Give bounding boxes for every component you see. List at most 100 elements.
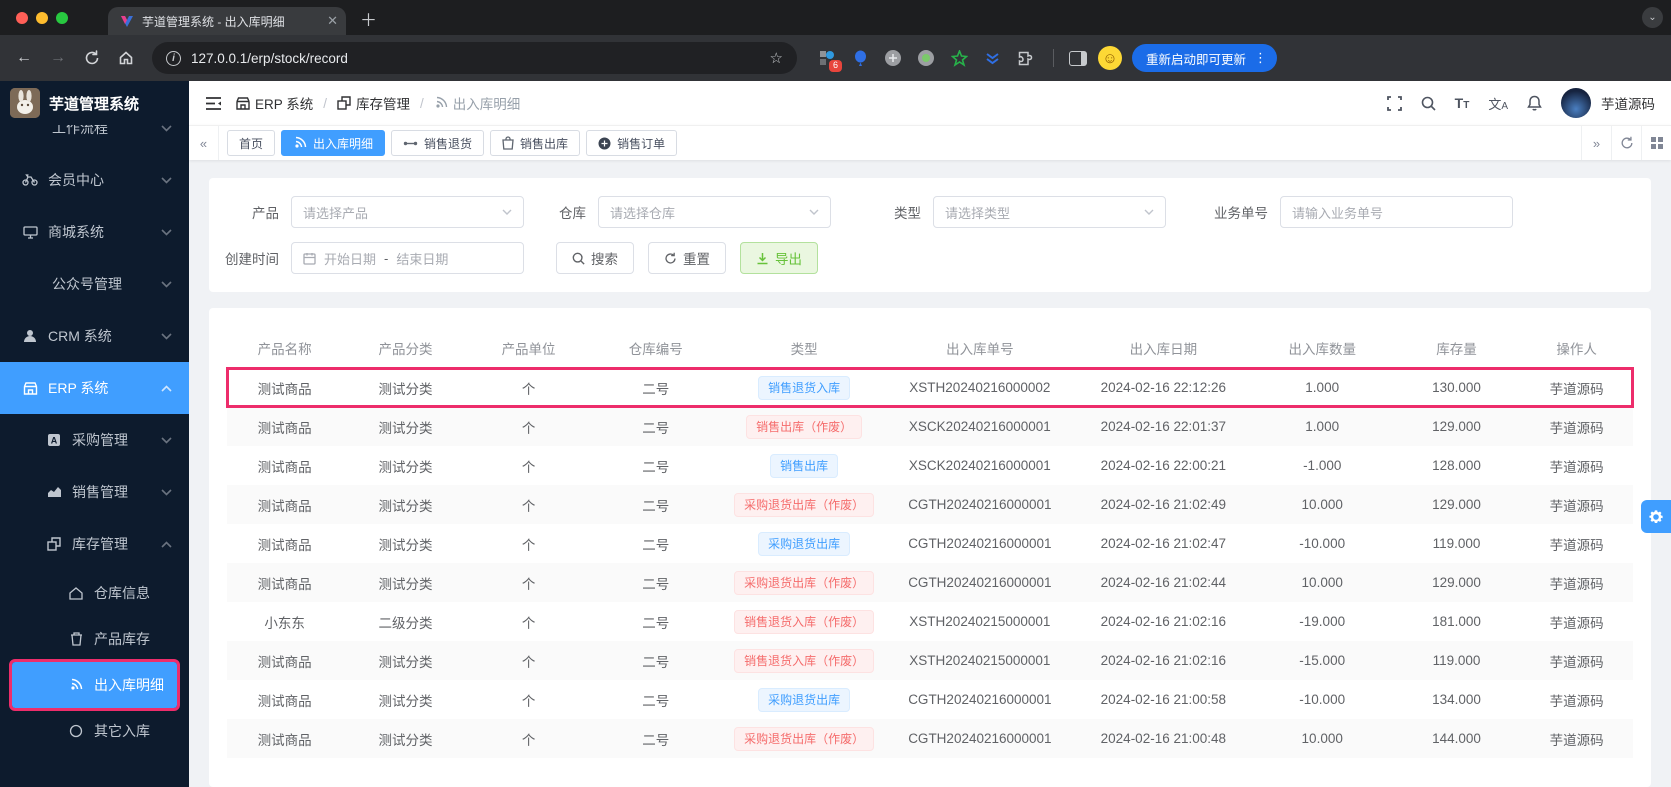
user-name[interactable]: 芋道源码: [1601, 93, 1655, 113]
back-icon[interactable]: ←: [10, 44, 38, 72]
tabs-scroll-left-icon[interactable]: «: [189, 126, 219, 160]
sidebar-item-会员中心[interactable]: 会员中心: [0, 154, 189, 206]
sidebar-item-采购管理[interactable]: A 采购管理: [0, 414, 189, 466]
page-tab-出入库明细[interactable]: 出入库明细: [281, 130, 386, 156]
table-row[interactable]: 测试商品 测试分类 个 二号 采购退货出库 CGTH20240216000001 2024-…: [227, 524, 1633, 563]
settings-gear-button[interactable]: [1641, 500, 1671, 533]
address-bar[interactable]: i 127.0.0.1/erp/stock/record ☆: [152, 42, 797, 74]
table-row[interactable]: 测试商品 测试分类 个 二号 采购退货出库（作废） CGTH20240216000001 2…: [227, 485, 1633, 524]
window-minimize-button[interactable]: [36, 11, 48, 24]
page-tab-销售退货[interactable]: 销售退货: [391, 130, 485, 156]
page-header: ERP 系统 / 库存管理 / 出入库明细 TT 文A 芋道源码: [189, 81, 1671, 125]
cell-order_no: CGTH20240216000001: [908, 536, 1052, 551]
side-panel-icon[interactable]: [1064, 44, 1092, 72]
page-tab-首页[interactable]: 首页: [227, 130, 276, 156]
app-logo-row[interactable]: 芋道管理系统: [0, 81, 189, 125]
warehouse-select[interactable]: 请选择仓库: [598, 196, 831, 228]
sidebar-item-库存管理[interactable]: 库存管理: [0, 518, 189, 570]
sidebar-item-销售管理[interactable]: 销售管理: [0, 466, 189, 518]
sidebar-item-label: 出入库明细: [94, 677, 164, 693]
reload-icon[interactable]: [78, 44, 106, 72]
extensions-area: 6: [809, 48, 1043, 72]
table-row[interactable]: 测试商品 测试分类 个 二号 销售退货入库（作废） XSTH20240215000001 2…: [227, 641, 1633, 680]
content-area: 产品 请选择产品 仓库 请选择仓库 类型 请选择类型 业务单号 请输入业务单号 …: [189, 160, 1671, 787]
date-range-picker[interactable]: 开始日期 - 结束日期: [291, 242, 524, 274]
cell-warehouse: 二号: [642, 615, 670, 631]
breadcrumb-item-erp[interactable]: ERP 系统: [236, 93, 313, 113]
page-tab-销售出库[interactable]: 销售出库: [490, 130, 581, 156]
home-icon[interactable]: [112, 44, 140, 72]
page-tab-label: 出入库明细: [313, 136, 374, 151]
column-header: 出入库日期: [1129, 342, 1198, 357]
bizno-input[interactable]: 请输入业务单号: [1280, 196, 1513, 228]
user-avatar[interactable]: [1561, 88, 1591, 118]
cell-order_no: CGTH20240216000001: [908, 497, 1052, 512]
search-button[interactable]: 搜索: [556, 242, 634, 274]
extensions-puzzle-icon[interactable]: [1015, 48, 1035, 68]
notification-bell-icon[interactable]: [1527, 95, 1542, 111]
extension-icon-gray-1[interactable]: [883, 48, 903, 68]
table-row[interactable]: 测试商品 测试分类 个 二号 销售退货入库 XSTH20240216000002 2024-…: [226, 367, 1634, 408]
export-button[interactable]: 导出: [740, 242, 818, 274]
breadcrumb-separator: /: [323, 95, 328, 111]
cell-stock: 129.000: [1432, 575, 1481, 590]
collapse-menu-icon[interactable]: [205, 96, 222, 111]
browser-menu-kebab-icon[interactable]: ⋮: [1254, 50, 1267, 66]
reset-button[interactable]: 重置: [648, 242, 726, 274]
type-select[interactable]: 请选择类型: [933, 196, 1166, 228]
tabs-layout-grid-icon[interactable]: [1641, 126, 1671, 160]
sidebar-item-label: ERP 系统: [48, 380, 109, 396]
cell-date: 2024-02-16 21:02:16: [1100, 653, 1227, 668]
site-info-icon[interactable]: i: [166, 50, 181, 66]
table-row[interactable]: 测试商品 测试分类 个 二号 采购退货出库（作废） CGTH20240216000001 2…: [227, 719, 1633, 758]
sidebar-item-产品库存[interactable]: 产品库存: [0, 616, 189, 662]
extension-icon-chevrons[interactable]: [982, 48, 1002, 68]
page-tab-销售订单[interactable]: 销售订单: [586, 130, 678, 156]
locale-icon[interactable]: 文A: [1488, 94, 1508, 113]
sidebar-item-label: 采购管理: [72, 432, 128, 448]
sidebar-item-其它入库[interactable]: 其它入库: [0, 708, 189, 754]
sidebar-item-公众号管理[interactable]: 公众号管理: [0, 258, 189, 310]
table-row[interactable]: 测试商品 测试分类 个 二号 采购退货出库 CGTH20240216000001 2024-…: [227, 680, 1633, 719]
table-row[interactable]: 测试商品 测试分类 个 二号 采购退货出库（作废） CGTH20240216000001 2…: [227, 563, 1633, 602]
url-text[interactable]: 127.0.0.1/erp/stock/record: [191, 51, 760, 66]
cell-stock: 144.000: [1432, 731, 1481, 746]
tab-close-icon[interactable]: ✕: [327, 13, 338, 29]
bookmark-star-icon[interactable]: ☆: [770, 49, 783, 67]
table-row[interactable]: 小东东 二级分类 个 二号 销售退货入库（作废） XSTH20240215000001 20…: [227, 602, 1633, 641]
sidebar-item-仓库信息[interactable]: 仓库信息: [0, 570, 189, 616]
cell-operator: 芋道源码: [1549, 498, 1604, 514]
extension-icon-balloon[interactable]: [850, 48, 870, 68]
sidebar-item-label: 销售管理: [72, 484, 128, 500]
tabs-scroll-right-icon[interactable]: »: [1581, 126, 1611, 160]
sidebar-item-出入库明细[interactable]: 出入库明细: [9, 659, 180, 711]
table-row[interactable]: 测试商品 测试分类 个 二号 销售出库 XSCK20240216000001 2024-02…: [227, 446, 1633, 485]
sidebar-item-商城系统[interactable]: 商城系统: [0, 206, 189, 258]
sidebar-item-工作流程[interactable]: 工作流程: [0, 125, 189, 154]
sidebar-item-CRM 系统[interactable]: CRM 系统: [0, 310, 189, 362]
table-row[interactable]: 测试商品 测试分类 个 二号 销售出库（作废） XSCK20240216000001 202…: [227, 407, 1633, 446]
search-icon[interactable]: [1421, 96, 1436, 111]
sales-icon: [46, 486, 62, 498]
window-zoom-button[interactable]: [56, 11, 68, 24]
extension-icon-blocks[interactable]: 6: [817, 48, 842, 72]
cell-operator: 芋道源码: [1549, 576, 1604, 592]
browser-update-button[interactable]: 重新启动即可更新 ⋮: [1132, 44, 1278, 72]
sidebar-item-ERP 系统[interactable]: ERP 系统: [0, 362, 189, 414]
forward-icon[interactable]: →: [44, 44, 72, 72]
tab-search-chevron-icon[interactable]: ⌄: [1642, 7, 1663, 28]
window-close-button[interactable]: [16, 11, 28, 24]
cell-unit: 个: [521, 654, 536, 670]
extension-icon-gray-green[interactable]: [916, 48, 936, 68]
tabs-refresh-icon[interactable]: [1611, 126, 1641, 160]
sidebar-item-label: 会员中心: [48, 172, 104, 188]
extension-icon-green-star[interactable]: [949, 48, 969, 68]
new-tab-button[interactable]: ＋: [360, 6, 377, 31]
font-size-icon[interactable]: TT: [1455, 95, 1470, 111]
fullscreen-icon[interactable]: [1386, 95, 1402, 111]
browser-tab[interactable]: 芋道管理系统 - 出入库明细 ✕: [108, 7, 346, 35]
profile-avatar[interactable]: ☺: [1098, 46, 1122, 70]
breadcrumb-item-stock[interactable]: 库存管理: [337, 93, 410, 113]
cell-qty: 10.000: [1301, 575, 1343, 590]
product-select[interactable]: 请选择产品: [291, 196, 524, 228]
